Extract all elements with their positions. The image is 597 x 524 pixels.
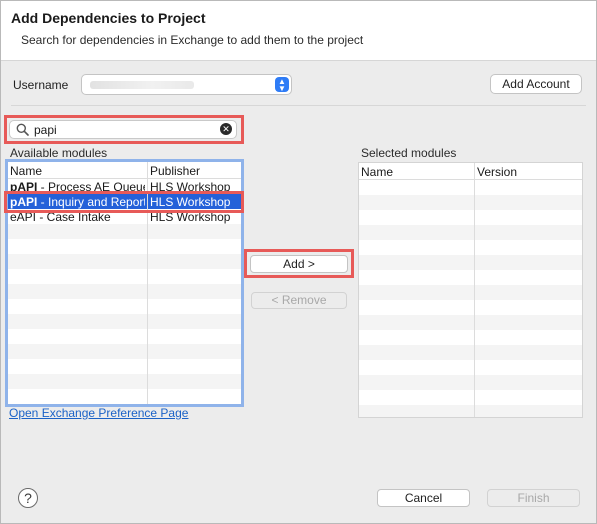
dialog-title: Add Dependencies to Project (11, 10, 206, 26)
search-field[interactable]: ✕ (9, 120, 237, 139)
add-dependencies-dialog: Add Dependencies to Project Search for d… (0, 0, 597, 524)
username-label: Username (13, 78, 69, 92)
finish-button[interactable]: Finish (487, 489, 580, 507)
available-modules-label: Available modules (10, 146, 108, 160)
table-row[interactable] (359, 285, 582, 300)
remove-button[interactable]: < Remove (251, 292, 347, 309)
table-row[interactable] (359, 255, 582, 270)
select-arrows-icon: ▲ ▼ (275, 77, 289, 93)
search-input[interactable] (34, 122, 214, 137)
column-header[interactable]: Version (477, 165, 517, 179)
search-icon (16, 123, 29, 136)
help-icon[interactable]: ? (18, 488, 38, 508)
username-value-redacted (90, 81, 194, 89)
selected-row-highlight-box (4, 191, 244, 213)
dialog-subtitle: Search for dependencies in Exchange to a… (21, 33, 364, 47)
table-row[interactable] (359, 195, 582, 210)
selected-modules-label: Selected modules (361, 146, 457, 160)
table-row[interactable] (359, 315, 582, 330)
column-header[interactable]: Name (361, 165, 393, 179)
table-row[interactable] (359, 180, 582, 195)
table-row[interactable] (359, 405, 582, 417)
table-row[interactable] (359, 270, 582, 285)
clear-icon[interactable]: ✕ (220, 123, 232, 135)
table-row[interactable] (359, 360, 582, 375)
table-header: Name Version (359, 163, 582, 180)
dialog-header: Add Dependencies to Project Search for d… (1, 1, 596, 61)
table-row[interactable] (359, 345, 582, 360)
table-row[interactable] (359, 225, 582, 240)
table-row[interactable] (359, 390, 582, 405)
selected-modules-table[interactable]: Name Version (358, 162, 583, 418)
username-select[interactable]: ▲ ▼ (81, 74, 292, 95)
add-button[interactable]: Add > (250, 255, 348, 273)
separator (11, 105, 586, 106)
table-row[interactable] (359, 375, 582, 390)
exchange-preference-link[interactable]: Open Exchange Preference Page (9, 406, 188, 420)
table-row[interactable] (359, 210, 582, 225)
table-row[interactable] (359, 300, 582, 315)
add-account-button[interactable]: Add Account (490, 74, 582, 94)
table-row[interactable] (359, 330, 582, 345)
table-row[interactable] (359, 240, 582, 255)
cancel-button[interactable]: Cancel (377, 489, 470, 507)
column-divider (474, 163, 475, 417)
